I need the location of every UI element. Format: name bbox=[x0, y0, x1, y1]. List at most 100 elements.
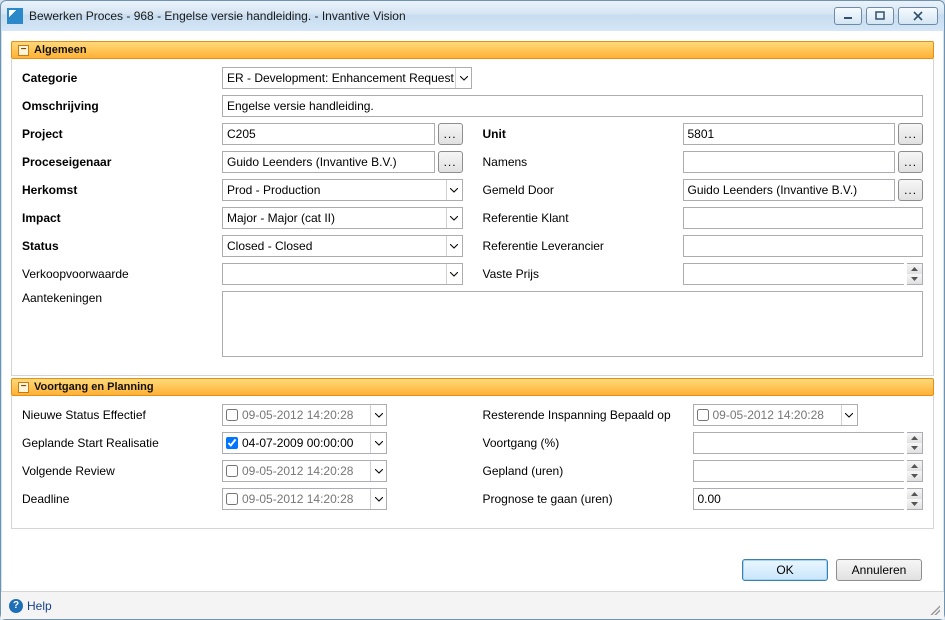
label-voortgang-pct: Voortgang (%) bbox=[483, 436, 693, 450]
help-icon: ? bbox=[9, 599, 23, 613]
chevron-down-icon bbox=[370, 461, 386, 481]
spin-up-icon[interactable] bbox=[907, 433, 922, 443]
label-omschrijving: Omschrijving bbox=[22, 99, 222, 113]
window-title: Bewerken Proces - 968 - Engelse versie h… bbox=[29, 9, 834, 23]
window-frame: Bewerken Proces - 968 - Engelse versie h… bbox=[0, 0, 945, 620]
voortgang-pct-stepper[interactable] bbox=[907, 432, 923, 454]
label-proceseigenaar: Proceseigenaar bbox=[22, 155, 222, 169]
categorie-dropdown[interactable]: ER - Development: Enhancement Request bbox=[222, 67, 472, 89]
label-project: Project bbox=[22, 127, 222, 141]
voortgang-pct-input[interactable] bbox=[693, 432, 905, 454]
nieuwe-status-datepicker[interactable]: 09-05-2012 14:20:28 bbox=[222, 404, 387, 426]
ok-button[interactable]: OK bbox=[742, 559, 828, 581]
deadline-datepicker[interactable]: 09-05-2012 14:20:28 bbox=[222, 488, 387, 510]
resterende-checkbox[interactable] bbox=[697, 409, 709, 421]
panel-voortgang: Nieuwe Status Effectief 09-05-2012 14:20… bbox=[11, 396, 934, 529]
spin-up-icon[interactable] bbox=[907, 264, 922, 274]
label-aantekeningen: Aantekeningen bbox=[22, 291, 222, 305]
section-header-algemeen[interactable]: − Algemeen bbox=[11, 41, 934, 59]
label-nieuwe-status: Nieuwe Status Effectief bbox=[22, 408, 222, 422]
chevron-down-icon bbox=[370, 433, 386, 453]
label-volgende-review: Volgende Review bbox=[22, 464, 222, 478]
namens-input[interactable] bbox=[683, 151, 896, 173]
chevron-down-icon bbox=[446, 180, 462, 200]
aantekeningen-textarea[interactable] bbox=[222, 291, 923, 357]
chevron-down-icon bbox=[446, 208, 462, 228]
spin-down-icon[interactable] bbox=[907, 274, 922, 284]
proceseigenaar-input[interactable] bbox=[222, 151, 435, 173]
app-icon bbox=[7, 8, 23, 24]
gepland-uren-stepper[interactable] bbox=[907, 460, 923, 482]
label-gemeld-door: Gemeld Door bbox=[483, 183, 683, 197]
proceseigenaar-lookup-button[interactable]: ... bbox=[438, 151, 463, 173]
project-lookup-button[interactable]: ... bbox=[438, 123, 463, 145]
prognose-input[interactable] bbox=[693, 488, 905, 510]
maximize-button[interactable] bbox=[866, 7, 894, 25]
label-gepland-uren: Gepland (uren) bbox=[483, 464, 693, 478]
button-bar: OK Annuleren bbox=[11, 549, 934, 591]
vaste-prijs-input[interactable] bbox=[683, 263, 905, 285]
help-link[interactable]: ? Help bbox=[9, 599, 52, 613]
label-deadline: Deadline bbox=[22, 492, 222, 506]
label-vaste-prijs: Vaste Prijs bbox=[483, 267, 683, 281]
chevron-down-icon bbox=[446, 264, 462, 284]
collapse-icon[interactable]: − bbox=[18, 45, 29, 56]
section-header-voortgang[interactable]: − Voortgang en Planning bbox=[11, 378, 934, 396]
omschrijving-input[interactable] bbox=[222, 95, 923, 117]
chevron-down-icon bbox=[455, 68, 471, 88]
resize-grip[interactable] bbox=[928, 603, 940, 615]
spin-up-icon[interactable] bbox=[907, 489, 922, 499]
titlebar[interactable]: Bewerken Proces - 968 - Engelse versie h… bbox=[1, 1, 944, 31]
label-categorie: Categorie bbox=[22, 71, 222, 85]
volgende-review-datepicker[interactable]: 09-05-2012 14:20:28 bbox=[222, 460, 387, 482]
label-referentie-leverancier: Referentie Leverancier bbox=[483, 239, 683, 253]
volgende-review-checkbox[interactable] bbox=[226, 465, 238, 477]
referentie-leverancier-input[interactable] bbox=[683, 235, 924, 257]
section-title-algemeen: Algemeen bbox=[34, 44, 87, 56]
collapse-icon[interactable]: − bbox=[18, 382, 29, 393]
prognose-stepper[interactable] bbox=[907, 488, 923, 510]
resterende-datepicker[interactable]: 09-05-2012 14:20:28 bbox=[693, 404, 858, 426]
section-title-voortgang: Voortgang en Planning bbox=[34, 381, 154, 393]
unit-input[interactable] bbox=[683, 123, 896, 145]
panel-algemeen: Categorie ER - Development: Enhancement … bbox=[11, 59, 934, 376]
spin-down-icon[interactable] bbox=[907, 471, 922, 481]
content-area: − Algemeen Categorie ER - Development: E… bbox=[1, 31, 944, 591]
label-referentie-klant: Referentie Klant bbox=[483, 211, 683, 225]
label-unit: Unit bbox=[483, 127, 683, 141]
project-input[interactable] bbox=[222, 123, 435, 145]
label-status: Status bbox=[22, 239, 222, 253]
unit-lookup-button[interactable]: ... bbox=[898, 123, 923, 145]
help-label: Help bbox=[27, 599, 52, 613]
window-controls bbox=[834, 7, 938, 25]
status-bar: ? Help bbox=[1, 591, 944, 619]
label-verkoopvoorwaarde: Verkoopvoorwaarde bbox=[22, 267, 222, 281]
status-dropdown[interactable]: Closed - Closed bbox=[222, 235, 463, 257]
nieuwe-status-checkbox[interactable] bbox=[226, 409, 238, 421]
spin-down-icon[interactable] bbox=[907, 499, 922, 509]
namens-lookup-button[interactable]: ... bbox=[898, 151, 923, 173]
label-namens: Namens bbox=[483, 155, 683, 169]
label-resterende: Resterende Inspanning Bepaald op bbox=[483, 408, 693, 422]
gemeld-door-lookup-button[interactable]: ... bbox=[898, 179, 923, 201]
spin-down-icon[interactable] bbox=[907, 443, 922, 453]
chevron-down-icon bbox=[370, 405, 386, 425]
geplande-start-checkbox[interactable] bbox=[226, 437, 238, 449]
chevron-down-icon bbox=[446, 236, 462, 256]
spin-up-icon[interactable] bbox=[907, 461, 922, 471]
geplande-start-datepicker[interactable]: 04-07-2009 00:00:00 bbox=[222, 432, 387, 454]
chevron-down-icon bbox=[370, 489, 386, 509]
herkomst-dropdown[interactable]: Prod - Production bbox=[222, 179, 463, 201]
close-button[interactable] bbox=[898, 7, 938, 25]
label-impact: Impact bbox=[22, 211, 222, 225]
impact-dropdown[interactable]: Major - Major (cat II) bbox=[222, 207, 463, 229]
gemeld-door-input[interactable] bbox=[683, 179, 896, 201]
cancel-button[interactable]: Annuleren bbox=[836, 559, 922, 581]
deadline-checkbox[interactable] bbox=[226, 493, 238, 505]
gepland-uren-input[interactable] bbox=[693, 460, 905, 482]
label-geplande-start: Geplande Start Realisatie bbox=[22, 436, 222, 450]
vaste-prijs-stepper[interactable] bbox=[907, 263, 923, 285]
minimize-button[interactable] bbox=[834, 7, 862, 25]
verkoopvoorwaarde-dropdown[interactable] bbox=[222, 263, 463, 285]
referentie-klant-input[interactable] bbox=[683, 207, 924, 229]
